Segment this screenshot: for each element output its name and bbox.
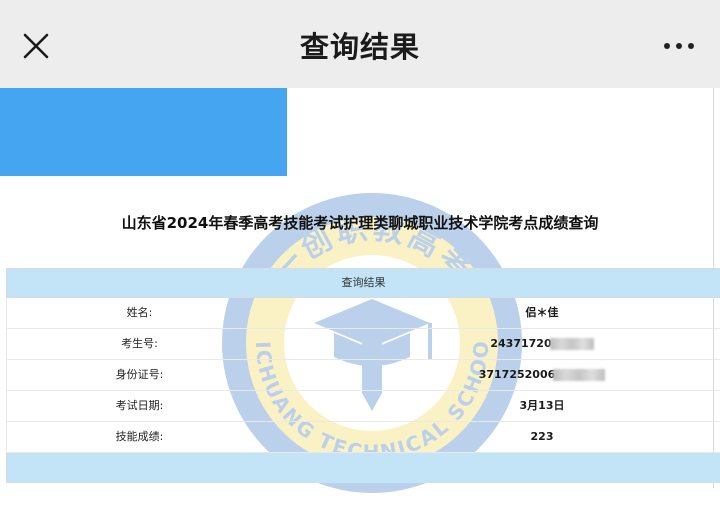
table-footer xyxy=(6,453,720,483)
more-dots-icon xyxy=(664,43,670,49)
row-value-name: 侣＊佳 xyxy=(525,306,559,319)
row-value-exam-date: 3月13日 xyxy=(519,399,565,412)
table-row: 考试日期: 3月13日 xyxy=(6,391,720,422)
page-heading: 山东省2024年春季高考技能考试护理类聊城职业技术学院考点成绩查询 xyxy=(121,214,599,232)
redacted-mask xyxy=(553,369,606,381)
more-dots-icon xyxy=(676,43,682,49)
row-value-exam-number: 24371720 xyxy=(272,329,720,359)
row-value-skill-score: 223 xyxy=(530,430,554,443)
row-label-id-number: 身份证号: xyxy=(115,368,164,381)
redacted-mask xyxy=(549,338,594,350)
more-dots-icon xyxy=(688,43,694,49)
table-row: 技能成绩: 223 xyxy=(6,422,720,453)
result-table: 查询结果 姓名: 侣＊佳 考生号: 24371720 身份证号: 3717252… xyxy=(6,268,720,483)
row-value-id-number: 3717252006 xyxy=(272,360,720,390)
row-label-exam-number: 考生号: xyxy=(121,337,158,350)
page-title: 查询结果 xyxy=(299,30,420,64)
banner-block xyxy=(0,88,287,176)
row-label-skill-score: 技能成绩: xyxy=(115,430,164,443)
table-row: 姓名: 侣＊佳 xyxy=(6,298,720,329)
row-label-exam-date: 考试日期: xyxy=(115,399,164,412)
more-options-button[interactable] xyxy=(656,26,702,66)
table-row: 考生号: 24371720 xyxy=(6,329,720,360)
table-header: 查询结果 xyxy=(6,269,720,298)
top-navigation-bar: 查询结果 xyxy=(0,0,720,88)
row-label-name: 姓名: xyxy=(126,306,153,319)
table-row: 身份证号: 3717252006 xyxy=(6,360,720,391)
